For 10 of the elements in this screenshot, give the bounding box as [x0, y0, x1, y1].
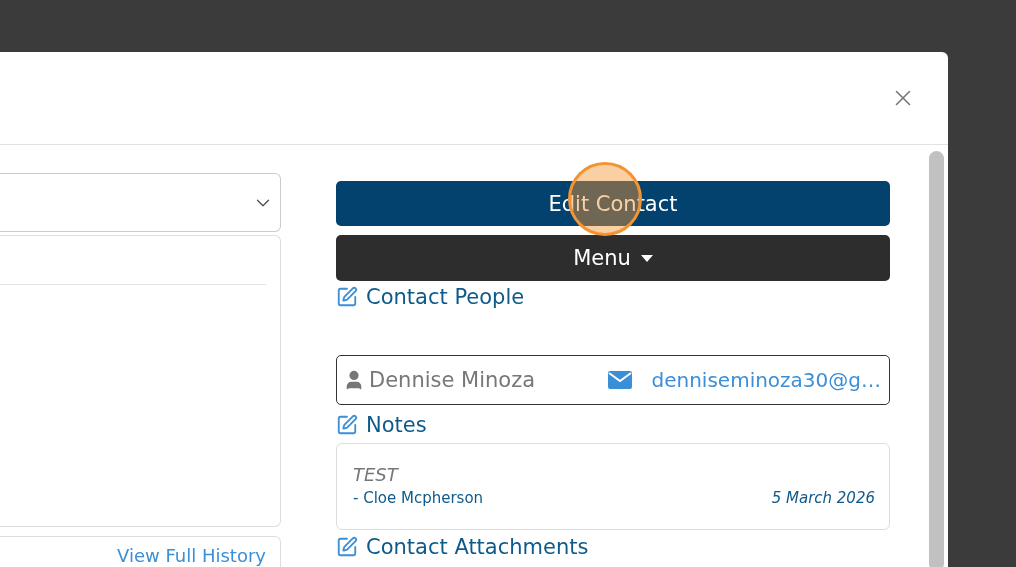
section-heading: Notes [366, 413, 427, 437]
menu-button[interactable]: Menu [336, 235, 890, 281]
section-heading: Contact People [366, 285, 525, 309]
note-author: - Cloe Mcpherson [353, 489, 484, 507]
note-text: TEST [353, 464, 400, 485]
note-date: 5 March 2026 [771, 489, 875, 507]
section-heading: Contact Attachments [366, 535, 589, 559]
email-link[interactable]: denniseminoza30@g… [651, 368, 881, 392]
contact-name: Dennise Minoza [369, 368, 536, 392]
view-history-link[interactable]: View Full History [117, 545, 266, 566]
